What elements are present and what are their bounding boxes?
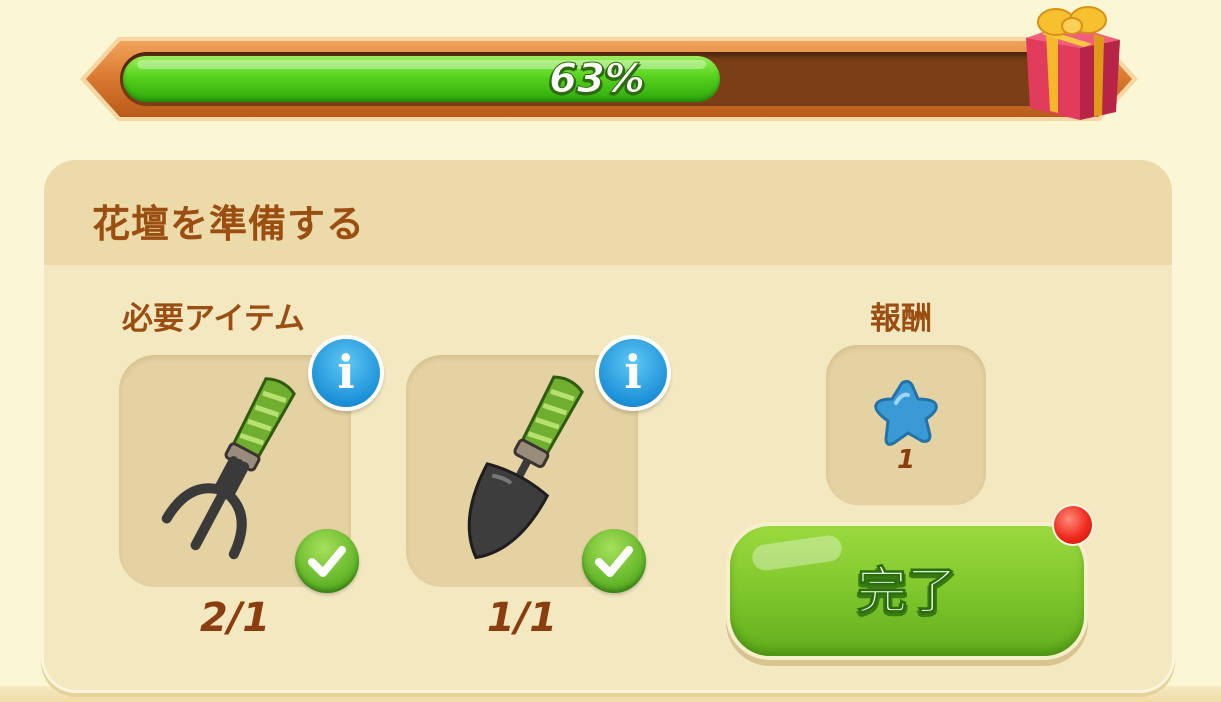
info-button[interactable]: i <box>312 339 380 407</box>
reward-label: 報酬 <box>870 301 932 337</box>
task-title: 花壇を準備する <box>92 202 366 246</box>
progress-percent: 63% <box>549 56 646 103</box>
complete-button[interactable]: 完了 <box>730 526 1084 656</box>
blue-star-icon <box>874 379 938 446</box>
panel-header: 花壇を準備する <box>44 160 1172 265</box>
info-button[interactable]: i <box>599 339 667 407</box>
check-icon <box>582 529 646 593</box>
check-icon <box>295 529 359 593</box>
item-count: 2/1 <box>199 595 271 641</box>
required-item-slot[interactable]: i <box>406 339 667 593</box>
task-panel: 花壇を準備する 必要アイテム 報酬 i 2/1 i 1/1 1 完了 <box>44 160 1172 690</box>
progress-track: 63% <box>120 52 1074 106</box>
complete-button-label: 完了 <box>857 562 958 621</box>
reward-slot[interactable]: 1 <box>826 345 986 505</box>
item-count: 1/1 <box>486 595 558 641</box>
gift-box-icon[interactable] <box>1018 0 1124 124</box>
reward-count: 1 <box>896 445 916 475</box>
notification-dot <box>1054 506 1092 544</box>
required-item-slot[interactable]: i <box>119 339 380 593</box>
progress-bar: 63% <box>78 33 1140 125</box>
required-items-label: 必要アイテム <box>122 301 305 337</box>
